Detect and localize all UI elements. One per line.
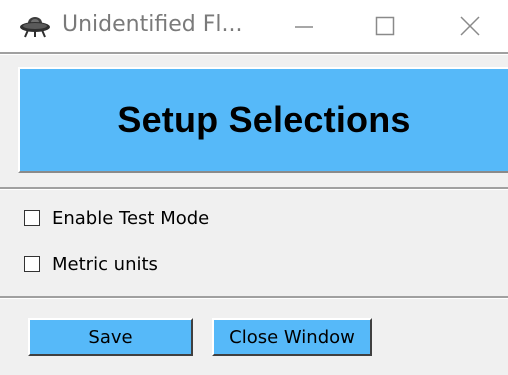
- setup-window: Unidentified Fl... Setup Selections Enab…: [0, 0, 508, 375]
- title-bar[interactable]: Unidentified Fl...: [0, 0, 508, 52]
- banner-title: Setup Selections: [117, 99, 411, 140]
- save-button[interactable]: Save: [28, 318, 193, 356]
- test-mode-checkbox[interactable]: [24, 210, 40, 226]
- banner-separator: [0, 187, 508, 190]
- setup-banner: Setup Selections: [18, 67, 508, 173]
- title-separator: [0, 52, 508, 55]
- options-separator: [0, 296, 508, 299]
- minimize-icon: [295, 26, 313, 28]
- option-test-mode[interactable]: Enable Test Mode: [24, 205, 209, 231]
- test-mode-label: Enable Test Mode: [52, 207, 210, 229]
- close-window-button[interactable]: Close Window: [212, 318, 372, 356]
- metric-units-label: Metric units: [52, 253, 158, 275]
- maximize-icon: [375, 16, 395, 36]
- option-metric-units[interactable]: Metric units: [24, 251, 158, 277]
- ufo-icon: [20, 17, 50, 38]
- window-title: Unidentified Fl...: [62, 12, 243, 37]
- close-icon: [460, 16, 480, 36]
- metric-units-checkbox[interactable]: [24, 256, 40, 272]
- minimize-button[interactable]: [274, 0, 334, 52]
- close-window-control[interactable]: [440, 0, 500, 52]
- maximize-button[interactable]: [355, 0, 415, 52]
